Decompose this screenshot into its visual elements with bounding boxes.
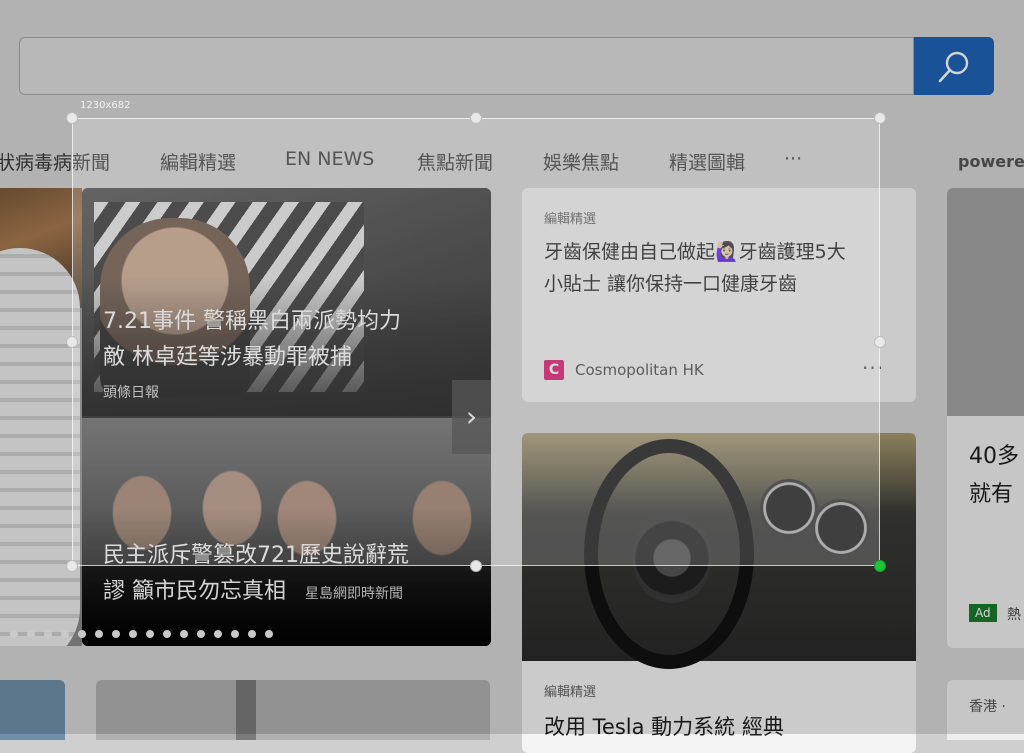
hero-slide-2-source: 星島網即時新聞	[305, 586, 403, 602]
article-image-car	[522, 433, 916, 669]
search-button[interactable]	[914, 37, 994, 95]
resize-handle-right[interactable]	[874, 336, 886, 348]
carousel-dot[interactable]	[214, 630, 222, 638]
article-card-tesla[interactable]: 編輯精選 改用 Tesla 動力系統 經典	[522, 433, 916, 753]
resize-handle-bottom-right[interactable]	[874, 560, 886, 572]
hero-slide-2-title-text: 謬 籲市民勿忘真相	[103, 579, 286, 604]
carousel-dot[interactable]	[180, 630, 188, 638]
more-tabs-button[interactable]: ···	[784, 148, 802, 170]
article-title-line-2: 小貼士 讓你保持一口健康牙齒	[544, 273, 798, 295]
resize-handle-bottom[interactable]	[470, 560, 482, 572]
carousel-dot[interactable]	[146, 630, 154, 638]
carousel-dot[interactable]	[61, 630, 69, 638]
selection-size-label: 1230x682	[80, 100, 131, 111]
search-icon	[938, 51, 969, 83]
hero-slide-2[interactable]: 民主派斥警篡改721歷史說辭荒 謬 籲市民勿忘真相 星島網即時新聞	[82, 418, 491, 646]
more-options-button[interactable]: ···	[862, 356, 884, 380]
article-card-dental[interactable]: 編輯精選 牙齒保健由自己做起🙋🏻‍♀️牙齒護理5大 小貼士 讓你保持一口健康牙齒…	[522, 188, 916, 402]
hero-slide-2-title-2: 謬 籲市民勿忘真相 星島網即時新聞	[103, 574, 403, 612]
right-peek-title-1: 40多	[969, 444, 1019, 469]
carousel-dot[interactable]	[78, 630, 86, 638]
hero-slide-1[interactable]: 7.21事件 警稱黑白兩派勢均力 敵 林卓廷等涉暴動罪被捕 頭條日報	[82, 188, 491, 416]
article-title: 牙齒保健由自己做起🙋🏻‍♀️牙齒護理5大 小貼士 讓你保持一口健康牙齒	[544, 236, 894, 300]
search-input[interactable]	[19, 37, 914, 95]
chevron-right-icon: ›	[465, 400, 478, 433]
article-category: 編輯精選	[544, 685, 597, 700]
article-source: Cosmopolitan HK	[575, 361, 704, 379]
steering-hub-image	[632, 513, 712, 603]
gauge-image	[760, 479, 818, 537]
left-peek-card[interactable]: 采樣	[0, 188, 82, 646]
right-peek-image	[947, 188, 1024, 416]
bottom-mid-image	[236, 680, 256, 740]
hero-slide-1-title-2: 敵 林卓廷等涉暴動罪被捕	[103, 345, 352, 370]
carousel-dot[interactable]	[231, 630, 239, 638]
hero-slide-1-source: 頭條日報	[103, 385, 159, 401]
carousel-dot[interactable]	[265, 630, 273, 638]
tab-focus-news[interactable]: 焦點新聞	[417, 148, 493, 175]
carousel-dot[interactable]	[10, 630, 18, 638]
bottom-right-card[interactable]: 香港 ·	[947, 680, 1024, 740]
cosmopolitan-logo-icon: C	[544, 360, 564, 380]
gauge-image	[812, 499, 870, 557]
right-peek-tag: 熱	[1007, 607, 1021, 623]
bottom-mid-card[interactable]	[96, 680, 490, 740]
carousel-dot[interactable]	[44, 630, 52, 638]
news-page: 狀病毒病新聞 編輯精選 EN NEWS 焦點新聞 娛樂焦點 精選圖輯 ··· p…	[0, 0, 1024, 753]
bottom-right-text: 香港 ·	[969, 699, 1006, 715]
hero-slide-1-title-1: 7.21事件 警稱黑白兩派勢均力	[103, 309, 401, 334]
right-peek-title-2: 就有	[969, 482, 1014, 507]
carousel-dot[interactable]	[95, 630, 103, 638]
tab-virus-news[interactable]: 狀病毒病新聞	[0, 148, 110, 175]
article-title-line-1: 牙齒保健由自己做起🙋🏻‍♀️牙齒護理5大	[544, 241, 846, 263]
carousel-dot[interactable]	[197, 630, 205, 638]
hero-slide-2-title-1: 民主派斥警篡改721歷史說辭荒	[103, 543, 409, 568]
bottom-left-card[interactable]	[0, 680, 65, 740]
article-category: 編輯精選	[544, 212, 597, 227]
tab-editors-picks[interactable]: 編輯精選	[160, 148, 236, 175]
resize-handle-left[interactable]	[66, 336, 78, 348]
resize-handle-top-left[interactable]	[66, 112, 78, 124]
tab-entertainment[interactable]: 娛樂焦點	[543, 148, 619, 175]
tab-photo-gallery[interactable]: 精選圖輯	[669, 148, 745, 175]
powered-by-label: powere	[958, 152, 1024, 171]
resize-handle-top[interactable]	[470, 112, 482, 124]
ad-badge: Ad	[969, 604, 997, 622]
carousel-dot[interactable]	[248, 630, 256, 638]
right-peek-card[interactable]: 40多 就有 Ad 熱	[947, 188, 1024, 648]
resize-handle-bottom-left[interactable]	[66, 560, 78, 572]
article-title: 改用 Tesla 動力系統 經典	[544, 715, 784, 739]
carousel-dot[interactable]	[163, 630, 171, 638]
carousel-dot[interactable]	[112, 630, 120, 638]
resize-handle-top-right[interactable]	[874, 112, 886, 124]
left-peek-image-tent	[0, 248, 80, 646]
hero-carousel[interactable]: 7.21事件 警稱黑白兩派勢均力 敵 林卓廷等涉暴動罪被捕 頭條日報 民主派斥警…	[82, 188, 491, 646]
carousel-dot[interactable]	[129, 630, 137, 638]
carousel-dot[interactable]	[27, 630, 35, 638]
carousel-next-button[interactable]: ›	[452, 380, 491, 454]
tab-en-news[interactable]: EN NEWS	[285, 148, 374, 170]
